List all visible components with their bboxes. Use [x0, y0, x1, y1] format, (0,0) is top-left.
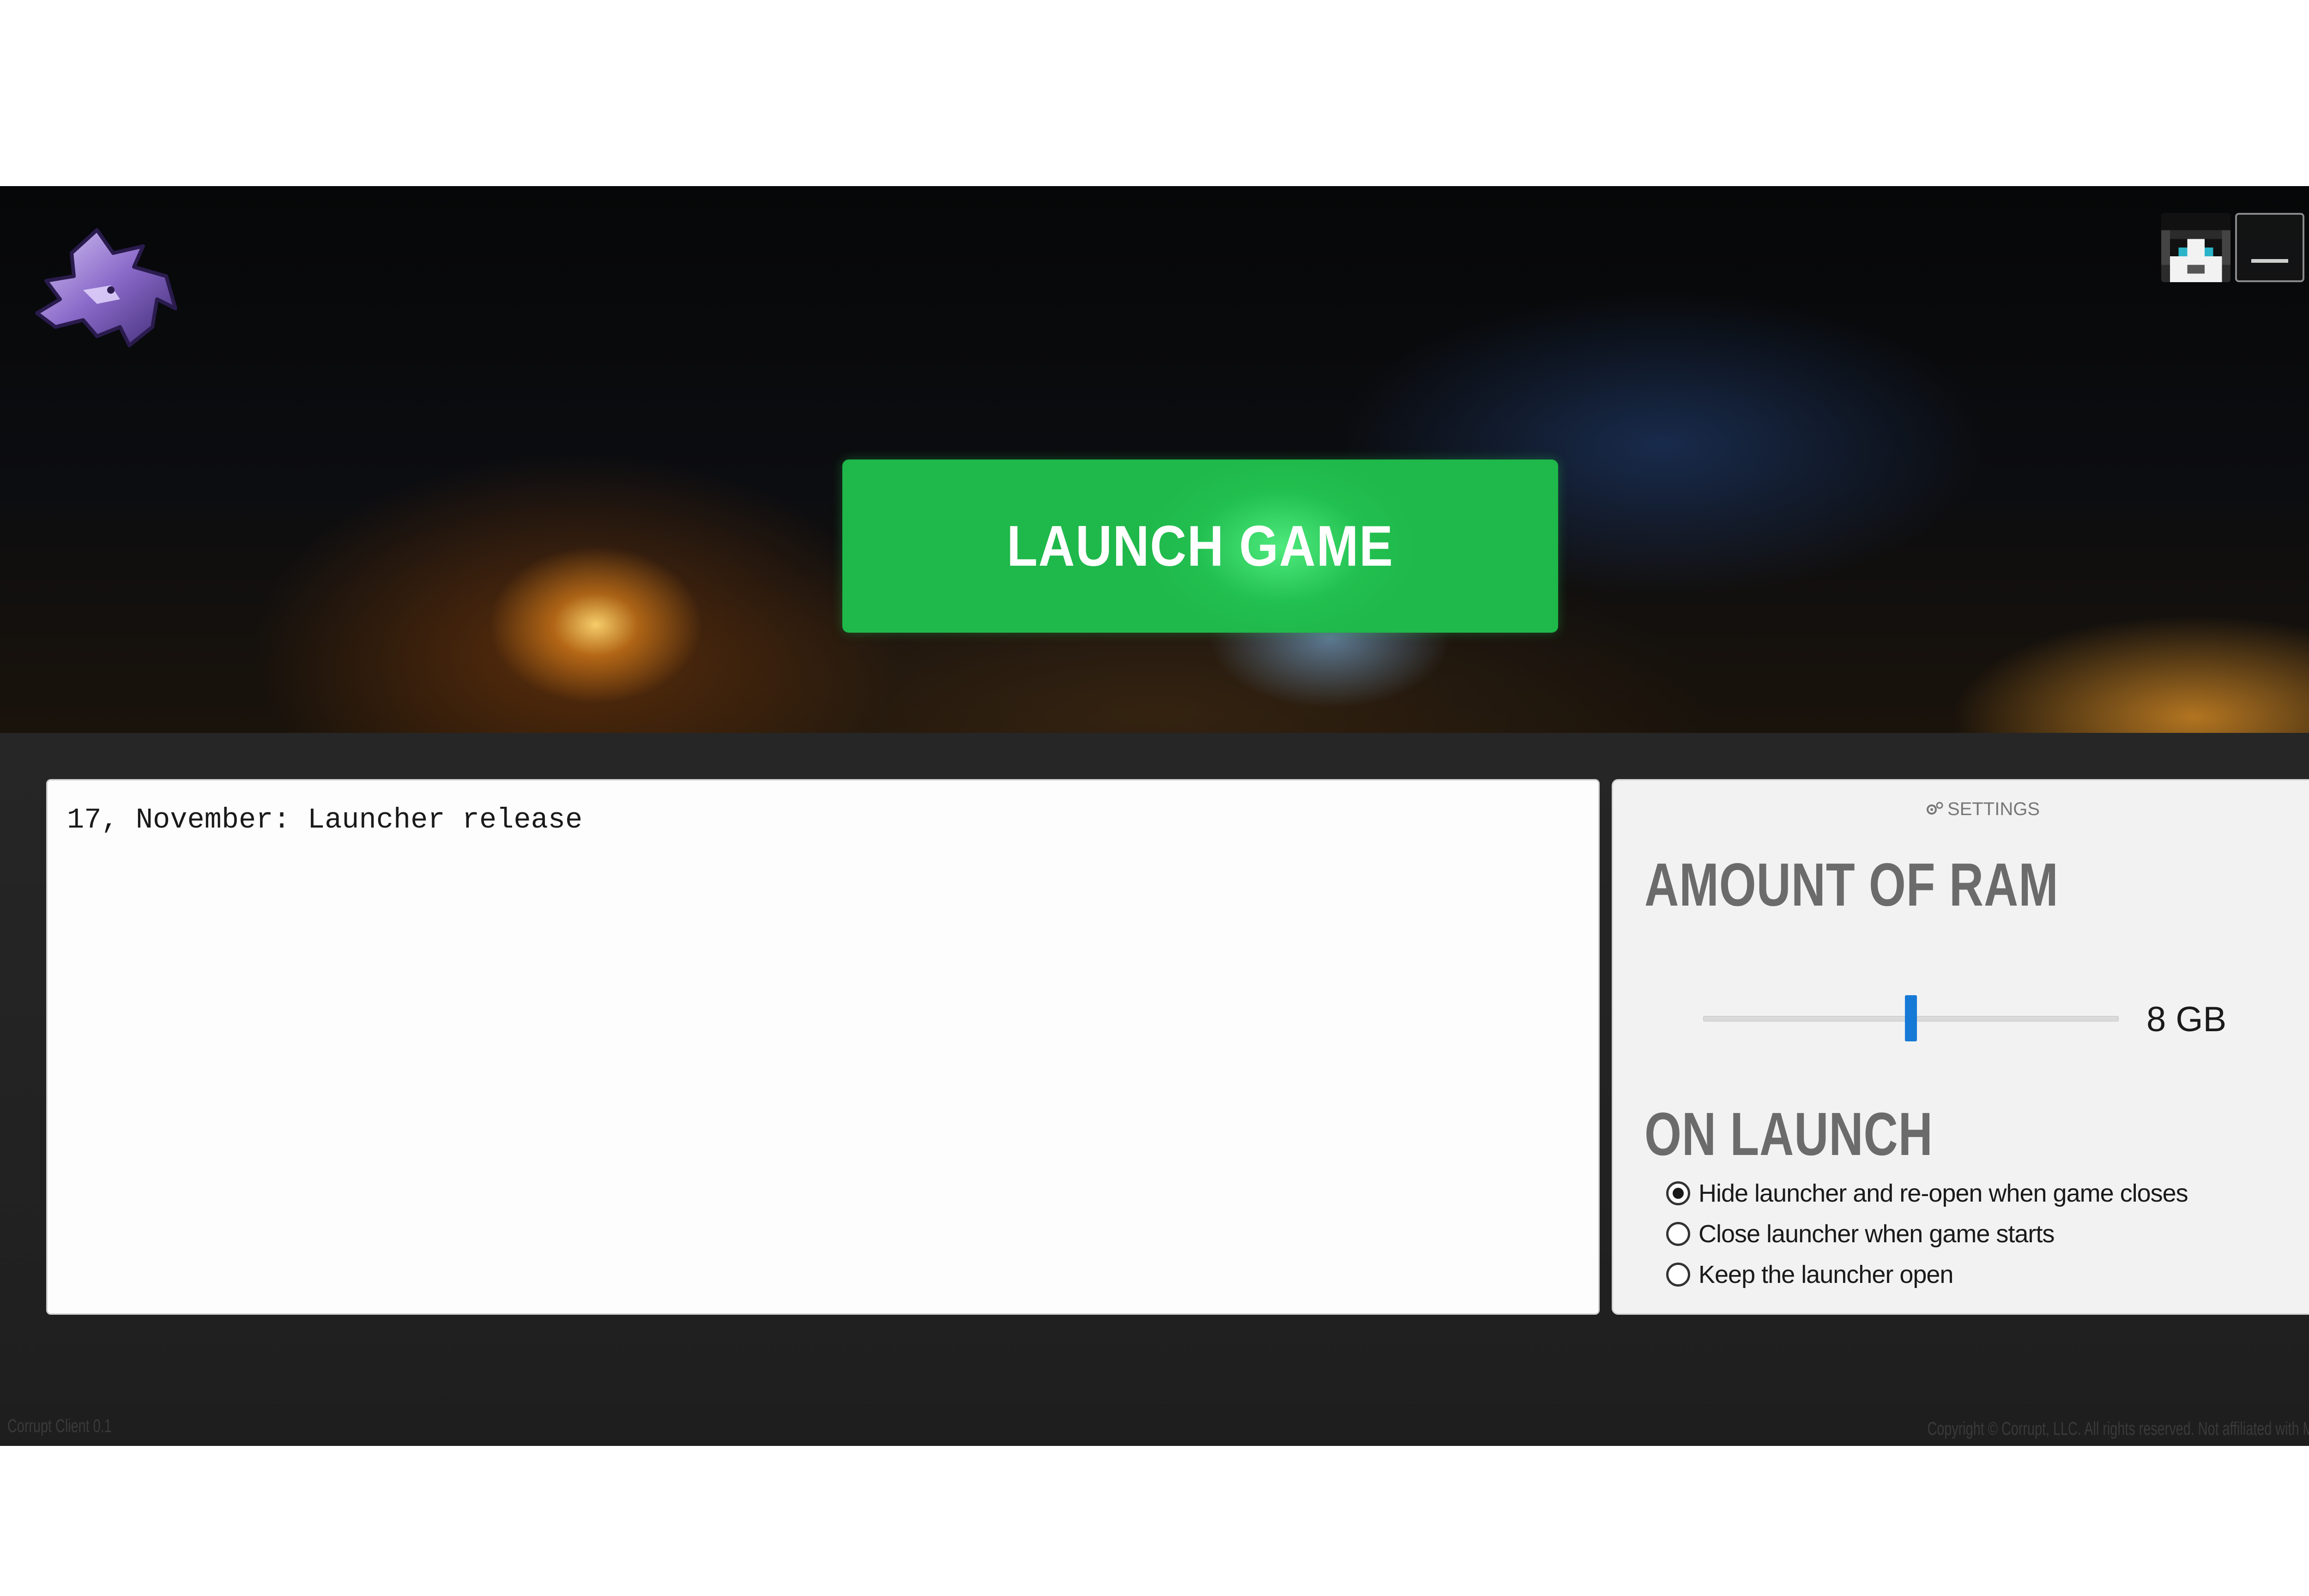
option-close-launcher[interactable]: Close launcher when game starts [1666, 1214, 2188, 1254]
on-launch-options: Hide launcher and re-open when game clos… [1666, 1173, 2188, 1295]
on-launch-section-title: ON LAUNCH [1644, 1100, 1933, 1168]
option-hide-launcher[interactable]: Hide launcher and re-open when game clos… [1666, 1173, 2188, 1214]
option-keep-open[interactable]: Keep the launcher open [1666, 1254, 2188, 1295]
radio-button[interactable] [1666, 1263, 1690, 1287]
minimize-icon [2251, 259, 2288, 263]
minimize-button[interactable] [2235, 213, 2304, 282]
settings-panel: SETTINGS AMOUNT OF RAM 8 GB ON LAUNCH Hi… [1612, 779, 2309, 1315]
radio-button[interactable] [1666, 1222, 1690, 1246]
copyright-notice: Copyright © Corrupt, LLC. All rights res… [1927, 1419, 2309, 1439]
content-area: 17, November: Launcher release SETTINGS … [0, 733, 2309, 1446]
option-label: Keep the launcher open [1699, 1261, 1953, 1288]
option-label: Close launcher when game starts [1699, 1220, 2055, 1248]
settings-header-label: SETTINGS [1947, 799, 2040, 819]
news-panel[interactable]: 17, November: Launcher release [46, 779, 1600, 1315]
ram-slider-thumb[interactable] [1905, 995, 1917, 1041]
ram-value: 8 GB [2146, 1000, 2227, 1039]
launcher-window: LAUNCH GAME 17, November: Launcher relea… [0, 186, 2309, 1446]
launch-game-button[interactable]: LAUNCH GAME [842, 459, 1558, 633]
window-controls [2161, 213, 2309, 282]
version-label: Corrupt Client 0.1 [7, 1416, 112, 1436]
ram-section-title: AMOUNT OF RAM [1644, 851, 2059, 919]
wolf-logo-icon [28, 221, 185, 359]
news-entry: 17, November: Launcher release [67, 804, 583, 836]
gear-icon [1925, 801, 1944, 822]
ram-slider[interactable] [1703, 995, 2119, 1041]
option-label: Hide launcher and re-open when game clos… [1699, 1179, 2188, 1207]
settings-header: SETTINGS [1613, 799, 2309, 822]
player-avatar-icon[interactable] [2161, 213, 2230, 282]
launch-game-label: LAUNCH GAME [1007, 514, 1394, 578]
radio-button[interactable] [1666, 1181, 1690, 1205]
hero-banner: LAUNCH GAME [0, 186, 2309, 733]
